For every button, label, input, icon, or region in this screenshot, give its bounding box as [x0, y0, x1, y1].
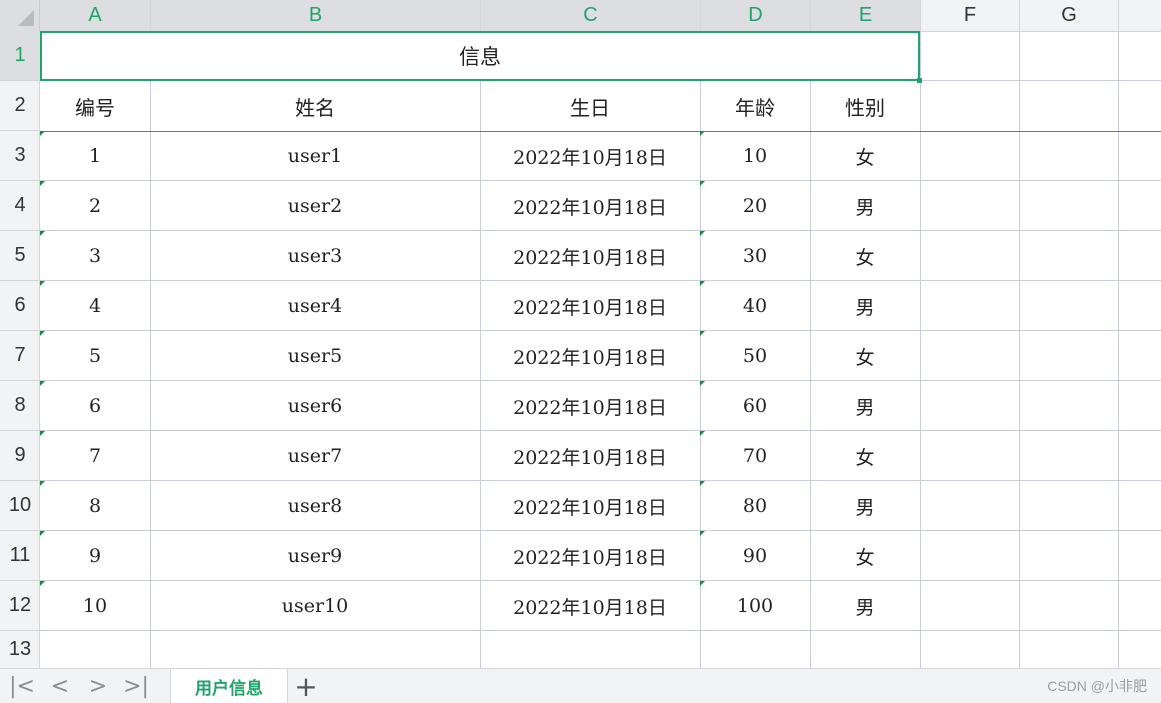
table-cell[interactable]: 2022年10月18日 — [480, 481, 700, 531]
select-all-icon — [18, 10, 34, 26]
first-sheet-button[interactable]: |< — [4, 669, 40, 703]
prev-sheet-button[interactable]: < — [42, 669, 78, 703]
table-cell[interactable]: 2022年10月18日 — [480, 131, 700, 181]
table-cell[interactable]: 20 — [700, 181, 810, 231]
table-cell[interactable]: 2022年10月18日 — [480, 281, 700, 331]
table-cell[interactable]: 40 — [700, 281, 810, 331]
table-cell[interactable]: 2022年10月18日 — [480, 431, 700, 481]
watermark: CSDN @小非肥 — [1047, 678, 1147, 694]
row-header-13[interactable]: 13 — [0, 631, 40, 668]
column-header-b[interactable]: B — [151, 0, 481, 31]
table-cell[interactable]: user7 — [150, 431, 480, 481]
table-cell[interactable]: 2022年10月18日 — [480, 331, 700, 381]
row-header-9[interactable]: 9 — [0, 431, 40, 481]
table-cell[interactable]: user8 — [150, 481, 480, 531]
table-cell[interactable]: 2022年10月18日 — [480, 531, 700, 581]
cell-b2-header[interactable]: 姓名 — [150, 81, 480, 131]
cell-d2-header[interactable]: 年龄 — [700, 81, 810, 131]
row-header-8[interactable]: 8 — [0, 381, 40, 431]
table-cell[interactable]: 3 — [40, 231, 150, 281]
table-cell[interactable]: 100 — [700, 581, 810, 631]
column-header-g[interactable]: G — [1020, 0, 1119, 31]
table-cell[interactable]: 2022年10月18日 — [480, 381, 700, 431]
table-cell[interactable]: user2 — [150, 181, 480, 231]
table-cell[interactable]: user4 — [150, 281, 480, 331]
select-all-corner[interactable] — [0, 0, 40, 31]
add-sheet-button[interactable]: + — [292, 669, 320, 703]
table-cell[interactable]: 2022年10月18日 — [480, 181, 700, 231]
table-cell[interactable]: 50 — [700, 331, 810, 381]
column-header-d[interactable]: D — [701, 0, 811, 31]
table-cell[interactable]: 70 — [700, 431, 810, 481]
plus-icon: + — [294, 669, 318, 703]
table-cell[interactable]: 女 — [810, 131, 920, 181]
column-header-f[interactable]: F — [921, 0, 1020, 31]
table-cell[interactable]: user6 — [150, 381, 480, 431]
table-cell[interactable]: 2022年10月18日 — [480, 581, 700, 631]
table-cell[interactable]: 男 — [810, 481, 920, 531]
table-cell[interactable]: 女 — [810, 231, 920, 281]
column-header-a[interactable]: A — [40, 0, 151, 31]
table-cell[interactable]: 6 — [40, 381, 150, 431]
table-cell[interactable]: 90 — [700, 531, 810, 581]
cell-a2-header[interactable]: 编号 — [40, 81, 150, 131]
table-cell[interactable]: 60 — [700, 381, 810, 431]
table-cell[interactable]: user1 — [150, 131, 480, 181]
table-cell[interactable]: 男 — [810, 181, 920, 231]
table-cell[interactable]: 女 — [810, 431, 920, 481]
row-header-7[interactable]: 7 — [0, 331, 40, 381]
table-cell[interactable]: user3 — [150, 231, 480, 281]
table-cell[interactable]: 10 — [700, 131, 810, 181]
table-cell[interactable]: 女 — [810, 531, 920, 581]
cell-e2-header[interactable]: 性别 — [810, 81, 920, 131]
table-cell[interactable]: 男 — [810, 281, 920, 331]
cell-c2-header[interactable]: 生日 — [480, 81, 700, 131]
table-cell[interactable]: user5 — [150, 331, 480, 381]
table-cell[interactable]: 2022年10月18日 — [480, 231, 700, 281]
row-header-5[interactable]: 5 — [0, 231, 40, 281]
table-cell[interactable]: 10 — [40, 581, 150, 631]
row-header-3[interactable]: 3 — [0, 131, 40, 181]
row-header-2[interactable]: 2 — [0, 81, 40, 131]
row-header-12[interactable]: 12 — [0, 581, 40, 631]
table-cell[interactable]: 男 — [810, 581, 920, 631]
next-sheet-icon: > — [88, 673, 108, 699]
table-cell[interactable]: 男 — [810, 381, 920, 431]
next-sheet-button[interactable]: > — [80, 669, 116, 703]
cell-grid[interactable]: 信息 编号 姓名 生日 年龄 性别 1 user1 2022年10月18日 10… — [40, 31, 1161, 668]
row-header-10[interactable]: 10 — [0, 481, 40, 531]
last-sheet-button[interactable]: >| — [118, 669, 154, 703]
grid-line — [1118, 31, 1119, 668]
row-header-1[interactable]: 1 — [0, 31, 40, 81]
sheet-tab-bar: |< < > >| 用户信息 + CSDN @小非肥 — [0, 668, 1161, 703]
first-sheet-icon: |< — [9, 673, 35, 699]
cell-a1-title[interactable]: 信息 — [40, 31, 920, 81]
table-cell[interactable]: 80 — [700, 481, 810, 531]
row-header-6[interactable]: 6 — [0, 281, 40, 331]
table-cell[interactable]: 30 — [700, 231, 810, 281]
row-header-bar: 1 2 3 4 5 6 7 8 9 10 11 12 13 — [0, 31, 40, 668]
column-header-e[interactable]: E — [811, 0, 921, 31]
table-cell[interactable]: 4 — [40, 281, 150, 331]
row-header-11[interactable]: 11 — [0, 531, 40, 581]
sheet-tab-user-info[interactable]: 用户信息 — [170, 669, 288, 703]
prev-sheet-icon: < — [50, 673, 70, 699]
table-cell[interactable]: 5 — [40, 331, 150, 381]
table-cell[interactable]: user10 — [150, 581, 480, 631]
column-header-bar: A B C D E F G — [0, 0, 1161, 32]
table-cell[interactable]: 7 — [40, 431, 150, 481]
table-cell[interactable]: user9 — [150, 531, 480, 581]
grid-line — [920, 31, 921, 668]
table-cell[interactable]: 2 — [40, 181, 150, 231]
row-header-4[interactable]: 4 — [0, 181, 40, 231]
table-cell[interactable]: 女 — [810, 331, 920, 381]
grid-line — [1019, 31, 1020, 668]
table-cell[interactable]: 1 — [40, 131, 150, 181]
table-cell[interactable]: 9 — [40, 531, 150, 581]
last-sheet-icon: >| — [123, 673, 149, 699]
column-header-c[interactable]: C — [481, 0, 701, 31]
table-cell[interactable]: 8 — [40, 481, 150, 531]
